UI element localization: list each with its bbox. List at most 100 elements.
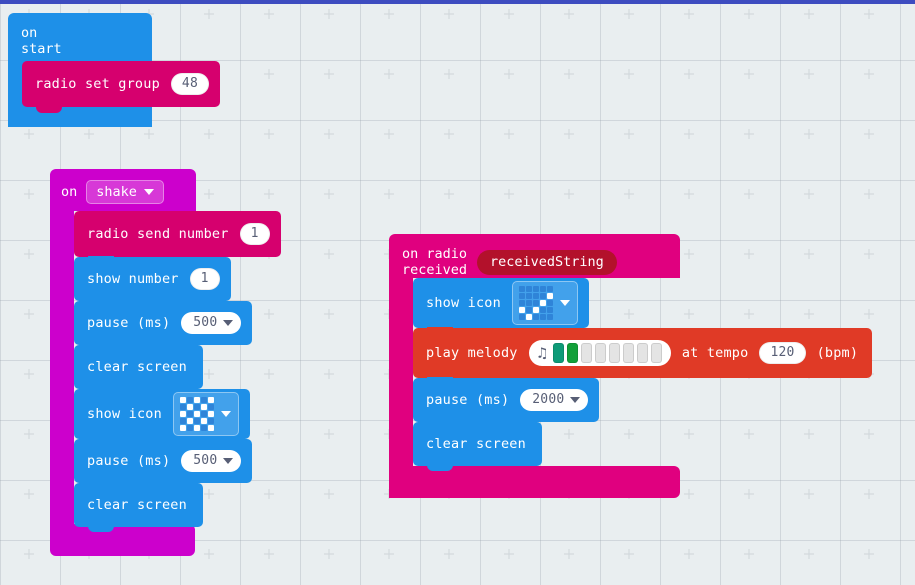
led-cell <box>193 397 200 403</box>
block-radio-send-number[interactable]: radio send number 1 <box>74 211 281 257</box>
led-cell <box>193 425 200 431</box>
led-cell <box>539 286 546 292</box>
led-cell <box>193 418 200 424</box>
led-cell <box>207 425 214 431</box>
led-cell <box>532 307 539 313</box>
play-melody-tempo-value[interactable]: 120 <box>759 342 806 364</box>
led-cell <box>525 307 532 313</box>
radio-send-number-label: radio send number <box>87 226 229 242</box>
on-radio-received-hat-row: on radio received receivedString <box>402 246 617 278</box>
led-cell <box>518 314 525 320</box>
block-show-number[interactable]: show number 1 <box>74 257 231 301</box>
received-string-variable[interactable]: receivedString <box>477 249 617 275</box>
pause-500-b-label: pause (ms) <box>87 453 171 469</box>
radio-send-number-value[interactable]: 1 <box>239 223 270 245</box>
pause-500-b-dropdown[interactable]: 500 <box>181 450 242 472</box>
led-cell <box>207 418 214 424</box>
led-cell <box>518 293 525 299</box>
on-shake-event-dropdown[interactable]: shake <box>86 180 164 204</box>
pause-2000-label: pause (ms) <box>426 392 510 408</box>
led-cell <box>207 397 214 403</box>
chevron-down-icon <box>223 320 234 326</box>
radio-set-group-label: radio set group <box>35 76 160 92</box>
pause-500-a-dropdown[interactable]: 500 <box>181 312 242 334</box>
block-clear-screen-b[interactable]: clear screen <box>74 483 203 527</box>
led-cell <box>518 300 525 306</box>
led-cell <box>186 425 193 431</box>
melody-bar-4[interactable] <box>594 343 606 363</box>
diamond-icon <box>179 397 214 431</box>
melody-editor-field[interactable]: ♫ <box>528 340 671 366</box>
melody-bar-7[interactable] <box>636 343 648 363</box>
led-cell <box>532 300 539 306</box>
melody-bar-3[interactable] <box>580 343 592 363</box>
clear-screen-b-bottom-notch <box>88 526 114 532</box>
led-cell <box>525 314 532 320</box>
led-cell <box>186 397 193 403</box>
led-cell <box>186 418 193 424</box>
play-melody-top-notch <box>427 327 453 333</box>
show-number-top-notch <box>88 256 114 262</box>
chevron-down-icon <box>559 300 570 306</box>
melody-bar-1[interactable] <box>552 343 564 363</box>
block-pause-2000[interactable]: pause (ms) 2000 <box>413 378 600 422</box>
clear-screen-b-top-notch <box>88 482 114 488</box>
clear-screen-a-top-notch <box>88 344 114 350</box>
led-cell <box>186 411 193 417</box>
pause-500-a-top-notch <box>88 300 114 306</box>
block-play-melody[interactable]: play melody ♫ at tempo 120 (bpm) <box>413 328 873 378</box>
on-shake-prefix-label: on <box>61 184 78 200</box>
melody-bars[interactable] <box>552 343 662 363</box>
led-cell <box>179 404 186 410</box>
led-cell <box>207 411 214 417</box>
led-cell <box>518 307 525 313</box>
editor-top-bar <box>0 0 915 4</box>
blocks-workspace[interactable]: on start radio set group 48 on shake rad… <box>0 0 915 585</box>
clear-screen-b-label: clear screen <box>87 497 187 513</box>
show-icon-b-field[interactable] <box>511 281 578 325</box>
led-cell <box>546 314 553 320</box>
pause-500-a-value: 500 <box>193 315 218 330</box>
led-cell <box>539 314 546 320</box>
block-show-icon-a[interactable]: show icon <box>74 389 250 439</box>
show-icon-a-field[interactable] <box>172 392 239 436</box>
clear-screen-a-label: clear screen <box>87 359 187 375</box>
block-show-icon-b[interactable]: show icon <box>413 278 589 328</box>
led-cell <box>525 293 532 299</box>
melody-bar-2[interactable] <box>566 343 578 363</box>
show-number-label: show number <box>87 271 179 287</box>
led-cell <box>539 307 546 313</box>
on-radio-received-left-spine <box>389 276 413 498</box>
melody-bar-5[interactable] <box>608 343 620 363</box>
led-cell <box>525 300 532 306</box>
led-cell <box>546 307 553 313</box>
led-cell <box>207 404 214 410</box>
led-cell <box>539 293 546 299</box>
led-cell <box>200 418 207 424</box>
melody-bar-6[interactable] <box>622 343 634 363</box>
show-number-value[interactable]: 1 <box>189 268 220 290</box>
led-cell <box>179 418 186 424</box>
block-pause-500-a[interactable]: pause (ms) 500 <box>74 301 253 345</box>
show-icon-a-label: show icon <box>87 406 162 422</box>
melody-bar-8[interactable] <box>650 343 662 363</box>
block-pause-500-b[interactable]: pause (ms) 500 <box>74 439 253 483</box>
led-cell <box>179 411 186 417</box>
led-cell <box>525 286 532 292</box>
on-shake-left-spine <box>50 209 74 549</box>
block-clear-screen-a[interactable]: clear screen <box>74 345 203 389</box>
block-clear-screen-c[interactable]: clear screen <box>413 422 542 466</box>
pause-2000-dropdown[interactable]: 2000 <box>520 389 589 411</box>
led-cell <box>532 286 539 292</box>
led-cell <box>200 397 207 403</box>
pause-2000-top-notch <box>427 377 453 383</box>
led-cell <box>546 286 553 292</box>
led-cell <box>532 293 539 299</box>
on-shake-hat-row: on shake <box>61 180 164 204</box>
chevron-down-icon <box>223 458 234 464</box>
radio-set-group-value[interactable]: 48 <box>170 73 209 95</box>
on-shake-foot <box>50 524 195 556</box>
block-radio-set-group[interactable]: radio set group 48 <box>22 61 220 107</box>
led-cell <box>532 314 539 320</box>
chevron-down-icon <box>570 397 581 403</box>
